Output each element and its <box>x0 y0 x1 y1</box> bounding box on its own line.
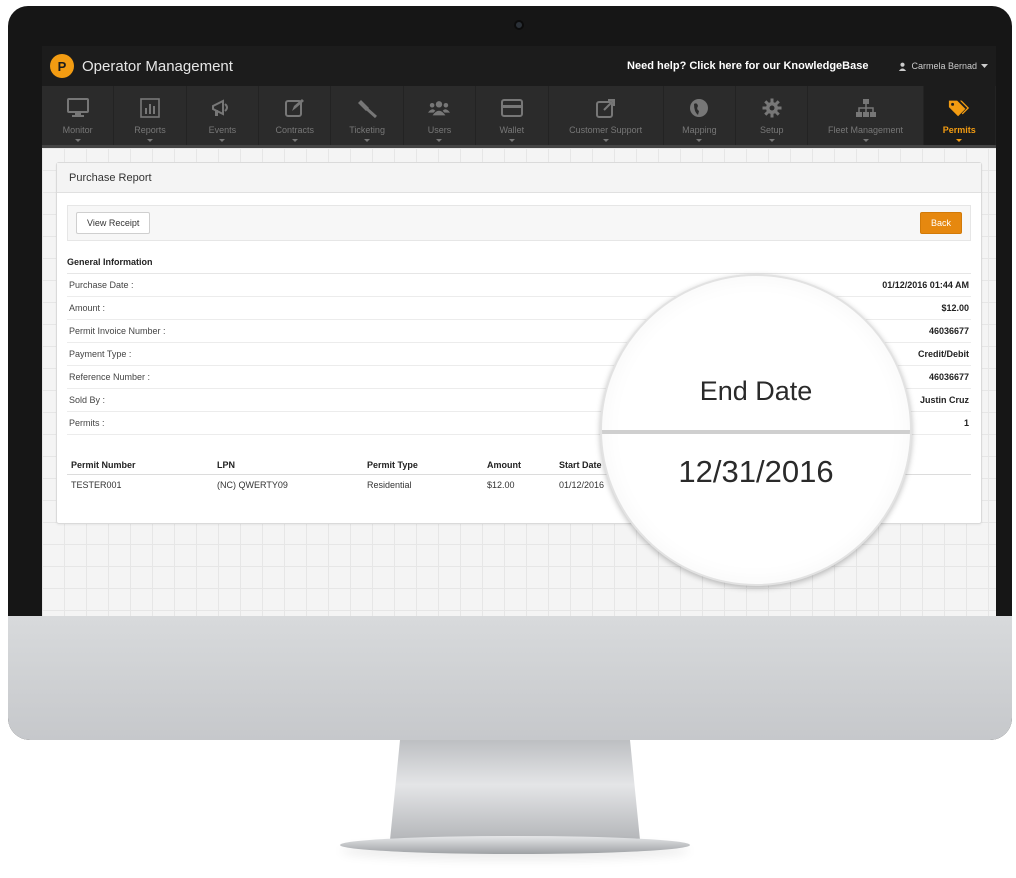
nav-monitor[interactable]: Monitor <box>42 86 115 145</box>
cell-lpn: (NC) QWERTY09 <box>217 480 288 490</box>
caret-icon <box>696 139 703 142</box>
info-value: 01/12/2016 01:44 AM <box>882 280 969 290</box>
info-label: Permits : <box>69 418 105 428</box>
magnifier-label: End Date <box>699 376 813 406</box>
app-title: Operator Management <box>82 57 233 75</box>
tags-icon <box>948 97 970 119</box>
external-link-icon <box>595 97 617 119</box>
nav-setup[interactable]: Setup <box>736 86 809 145</box>
logo-letter: P <box>57 58 67 74</box>
caret-icon <box>219 139 226 142</box>
section-title: General Information <box>67 257 971 274</box>
magnifier-value: 12/31/2016 <box>678 454 834 489</box>
caret-icon <box>862 139 869 142</box>
info-value: 46036677 <box>928 372 969 382</box>
nav-label: Permits <box>942 124 976 135</box>
panel-title: Purchase Report <box>57 163 981 193</box>
nav-label: Reports <box>134 124 166 135</box>
nav-label: Wallet <box>499 124 525 135</box>
caret-icon <box>364 139 371 142</box>
caret-icon <box>291 139 298 142</box>
view-receipt-button[interactable]: View Receipt <box>76 212 151 234</box>
user-menu[interactable]: Carmela Bernad <box>898 61 988 71</box>
user-name: Carmela Bernad <box>911 61 977 71</box>
nav-fleet-management[interactable]: Fleet Management <box>808 86 924 145</box>
monitor-icon <box>66 97 89 119</box>
users-icon <box>428 97 451 119</box>
nav-reports[interactable]: Reports <box>114 86 187 145</box>
globe-icon <box>688 97 710 119</box>
col-permit-number: Permit Number <box>71 459 136 470</box>
camera <box>514 20 524 30</box>
nav-label: Mapping <box>682 124 717 135</box>
info-label: Purchase Date : <box>69 280 134 290</box>
nav-label: Fleet Management <box>827 124 904 135</box>
nav-mapping[interactable]: Mapping <box>664 86 737 145</box>
nav-customer-support[interactable]: Customer Support <box>549 86 664 145</box>
magnifier-divider <box>602 430 910 434</box>
caret-icon <box>602 139 609 142</box>
nav-ticketing[interactable]: Ticketing <box>331 86 404 145</box>
nav-users[interactable]: Users <box>404 86 477 145</box>
info-value: Credit/Debit <box>917 349 969 359</box>
info-row-purchase-date: Purchase Date : 01/12/2016 01:44 AM <box>67 274 971 297</box>
chart-icon <box>139 97 161 119</box>
monitor-base <box>340 836 690 854</box>
card-icon <box>500 97 523 119</box>
nav-label: Contracts <box>275 124 315 135</box>
chevron-down-icon <box>981 63 988 68</box>
nav-events[interactable]: Events <box>187 86 260 145</box>
caret-icon <box>508 139 515 142</box>
nav-wallet[interactable]: Wallet <box>476 86 549 145</box>
cell-permit-type: Residential <box>367 480 412 490</box>
col-lpn: LPN <box>217 459 235 470</box>
knowledgebase-link[interactable]: Need help? Click here for our KnowledgeB… <box>627 60 868 72</box>
cell-amount: $12.00 <box>487 480 515 490</box>
nav-label: Monitor <box>62 124 93 135</box>
info-label: Sold By : <box>69 395 106 405</box>
caret-icon <box>147 139 154 142</box>
user-icon <box>899 62 907 71</box>
monitor-chin <box>8 616 1012 740</box>
nav-label: Ticketing <box>349 124 385 135</box>
info-value: 1 <box>963 418 969 428</box>
info-label: Permit Invoice Number : <box>69 326 166 336</box>
nav-contracts[interactable]: Contracts <box>259 86 332 145</box>
gavel-icon <box>356 97 378 119</box>
logo-icon: P <box>50 54 74 78</box>
nav-label: Events <box>208 124 237 135</box>
megaphone-icon <box>211 97 233 119</box>
info-label: Reference Number : <box>69 372 151 382</box>
end-date-magnifier: End Date 12/31/2016 <box>600 274 912 586</box>
col-amount: Amount <box>487 459 521 470</box>
monitor-stand <box>390 740 640 840</box>
nav-label: Customer Support <box>569 124 643 135</box>
caret-icon <box>436 139 443 142</box>
cell-permit-number: TESTER001 <box>71 480 122 490</box>
info-label: Payment Type : <box>69 349 132 359</box>
col-permit-type: Permit Type <box>367 459 418 470</box>
caret-icon <box>768 139 775 142</box>
top-bar: P Operator Management Need help? Click h… <box>42 46 996 86</box>
imac-mockup: P Operator Management Need help? Click h… <box>0 0 1016 878</box>
nav-label: Users <box>427 124 452 135</box>
info-value: Justin Cruz <box>919 395 969 405</box>
main-nav: Monitor Reports Events Contracts Ticketi… <box>42 86 996 148</box>
back-button[interactable]: Back <box>919 212 962 234</box>
info-value: 46036677 <box>928 326 969 336</box>
nav-label: Setup <box>759 124 784 135</box>
edit-icon <box>284 97 306 119</box>
nav-permits[interactable]: Permits <box>923 86 996 145</box>
gear-icon <box>761 97 783 119</box>
caret-icon <box>74 139 81 142</box>
sitemap-icon <box>855 97 877 119</box>
info-label: Amount : <box>69 303 106 313</box>
action-bar: View Receipt Back <box>67 205 971 241</box>
caret-icon <box>956 139 963 142</box>
info-value: $12.00 <box>941 303 969 313</box>
